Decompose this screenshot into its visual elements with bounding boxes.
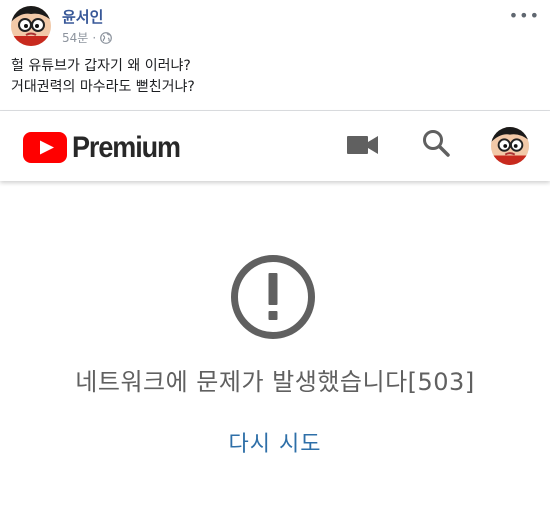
more-options-button[interactable]: •••: [509, 6, 540, 25]
globe-icon: [100, 31, 113, 44]
youtube-logo[interactable]: Premium: [23, 132, 192, 163]
youtube-brand: Premium: [72, 131, 181, 164]
post-time[interactable]: 54분: [62, 29, 88, 46]
meta-separator: ·: [92, 30, 97, 45]
youtube-header: Premium: [0, 111, 550, 181]
post-line: 헐 유튜브가 갑자기 왜 이러냐?: [11, 58, 191, 74]
account-avatar[interactable]: [491, 127, 529, 165]
search-icon[interactable]: [421, 128, 451, 158]
post-text: 헐 유튜브가 갑자기 왜 이러냐? 거대권력의 마수라도 뻗친거냐?: [11, 56, 195, 98]
error-message: 네트워크에 문제가 발생했습니다[503]: [75, 368, 475, 396]
exclamation-circle-icon: [231, 255, 315, 339]
post-line: 거대권력의 마수라도 뻗친거냐?: [11, 79, 195, 95]
post-meta: 54분 ·: [62, 29, 113, 46]
author-name[interactable]: 윤서인: [62, 6, 103, 27]
retry-button[interactable]: 다시 시도: [0, 426, 550, 458]
youtube-play-icon: [23, 132, 67, 163]
youtube-screen: Premium 네트워크에 문제가 발생했습니다[503] 다시 시도: [0, 111, 550, 518]
author-avatar[interactable]: [11, 6, 51, 46]
video-camera-icon[interactable]: [347, 135, 378, 155]
facebook-post: 윤서인 54분 · ••• 헐 유튜브가 갑자기 왜 이러냐? 거대권력의 마수…: [0, 0, 550, 110]
